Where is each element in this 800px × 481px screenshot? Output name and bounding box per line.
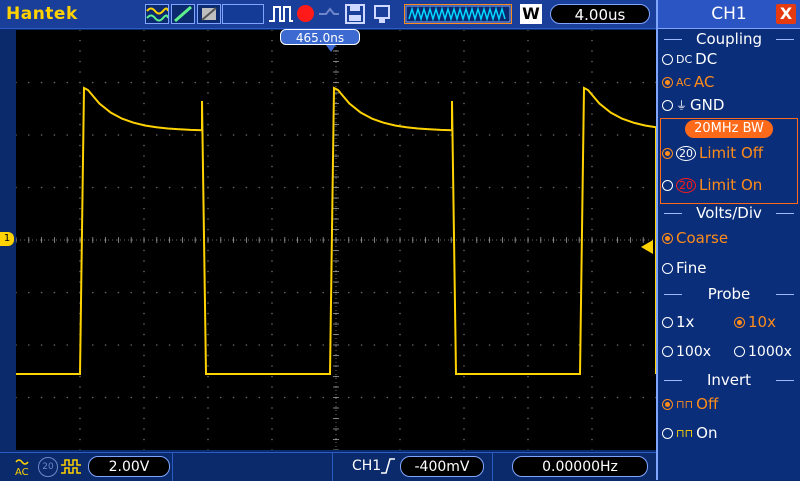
radio-icon xyxy=(662,428,673,439)
bandwidth-header: 20MHz BW xyxy=(664,120,794,138)
volts-div-section: Volts/Div xyxy=(664,204,794,222)
persistence-icon[interactable] xyxy=(197,4,221,24)
probe-option-1000x[interactable]: 1000x xyxy=(734,344,792,360)
invert-option-on[interactable]: ⊓⊓ On xyxy=(662,424,718,442)
invert-wave-icon: ⊓⊓ xyxy=(676,398,694,411)
bandwidth-title: 20MHz BW xyxy=(685,120,773,138)
edge-slope-icon[interactable] xyxy=(171,4,195,24)
pulse-icon[interactable] xyxy=(268,4,294,24)
radio-icon xyxy=(662,77,673,88)
ground-icon: ⏚ xyxy=(676,99,687,112)
radio-icon xyxy=(662,317,673,328)
invert-wave-icon: ⊓⊓ xyxy=(676,427,694,440)
coupling-option-dc[interactable]: DC DC xyxy=(662,50,717,68)
bw-20-icon: 20 xyxy=(676,146,696,161)
probe-option-1x[interactable]: 1x xyxy=(662,313,694,331)
timebase-readout[interactable]: 4.00us xyxy=(550,4,650,24)
ac-icon: AC xyxy=(676,76,692,89)
trigger-source: CH1 xyxy=(352,458,382,474)
radio-icon xyxy=(662,263,673,274)
divider xyxy=(332,453,333,481)
radio-icon xyxy=(662,180,673,191)
radio-icon xyxy=(662,100,673,111)
invert-option-off[interactable]: ⊓⊓ Off xyxy=(662,395,718,413)
waveform-screen xyxy=(16,30,656,450)
probe-title: Probe xyxy=(664,285,794,303)
coupling-section: Coupling xyxy=(664,30,794,48)
usb-icon[interactable] xyxy=(372,4,394,24)
svg-text:AC: AC xyxy=(15,467,29,477)
bw-limit-icon: 20 xyxy=(38,457,58,477)
volts-div-title: Volts/Div xyxy=(664,204,794,222)
probe-option-100x[interactable]: 100x xyxy=(662,344,711,360)
dc-icon: DC xyxy=(676,53,693,66)
save-icon[interactable] xyxy=(344,4,366,24)
window-overview-icon[interactable] xyxy=(404,4,512,24)
radio-icon xyxy=(734,346,745,357)
divider xyxy=(172,453,173,481)
trigger-position-marker[interactable] xyxy=(326,45,336,52)
bw-option-limit-off[interactable]: 20 Limit Off xyxy=(662,144,763,162)
coupling-option-gnd[interactable]: ⏚ GND xyxy=(662,96,724,114)
ch1-ground-marker[interactable]: 1 xyxy=(0,232,14,246)
ch1-trace xyxy=(16,86,656,375)
divider xyxy=(492,453,493,481)
radio-icon xyxy=(662,399,673,410)
volts-option-fine[interactable]: Fine xyxy=(662,259,706,277)
radio-icon xyxy=(662,346,673,357)
ac-coupling-icon: AC xyxy=(14,457,34,480)
dim-icon xyxy=(318,4,340,24)
probe-option-10x[interactable]: 10x xyxy=(734,313,776,331)
brand-logo: Hantek xyxy=(6,4,78,24)
rising-edge-icon xyxy=(380,456,396,476)
radio-icon xyxy=(662,54,673,65)
invert-section: Invert xyxy=(664,371,794,389)
waveform-mode-icon[interactable] xyxy=(145,4,169,24)
coupling-option-ac[interactable]: AC AC xyxy=(662,73,715,91)
top-toolbar: Hantek W 4.00us xyxy=(0,0,656,29)
trigger-level-readout[interactable]: -400mV xyxy=(400,456,484,477)
invert-title: Invert xyxy=(664,371,794,389)
invert-icon xyxy=(60,457,82,481)
window-button[interactable]: W xyxy=(520,4,542,24)
coupling-title: Coupling xyxy=(664,30,794,48)
radio-icon xyxy=(734,317,745,328)
bw-20-limit-icon: 20 xyxy=(676,178,696,193)
bw-option-limit-on[interactable]: 20 Limit On xyxy=(662,176,762,194)
trigger-position-readout: 465.0ns xyxy=(280,29,360,45)
record-icon[interactable] xyxy=(296,4,316,24)
trigger-level-marker[interactable] xyxy=(641,240,653,254)
probe-section: Probe xyxy=(664,285,794,303)
ch1-menu-panel: CH1 X Coupling DC DC AC AC ⏚ GND 20MHz BW 2… xyxy=(656,0,800,480)
close-icon[interactable]: X xyxy=(776,4,796,24)
radio-icon xyxy=(662,233,673,244)
bottom-status-bar: AC 20 2.00V CH1 -400mV 0.00000Hz xyxy=(0,452,656,481)
blank-slot xyxy=(222,4,264,24)
volts-option-coarse[interactable]: Coarse xyxy=(662,229,728,247)
volts-div-readout[interactable]: 2.00V xyxy=(88,456,170,477)
radio-icon xyxy=(662,148,673,159)
frequency-readout: 0.00000Hz xyxy=(512,456,648,477)
